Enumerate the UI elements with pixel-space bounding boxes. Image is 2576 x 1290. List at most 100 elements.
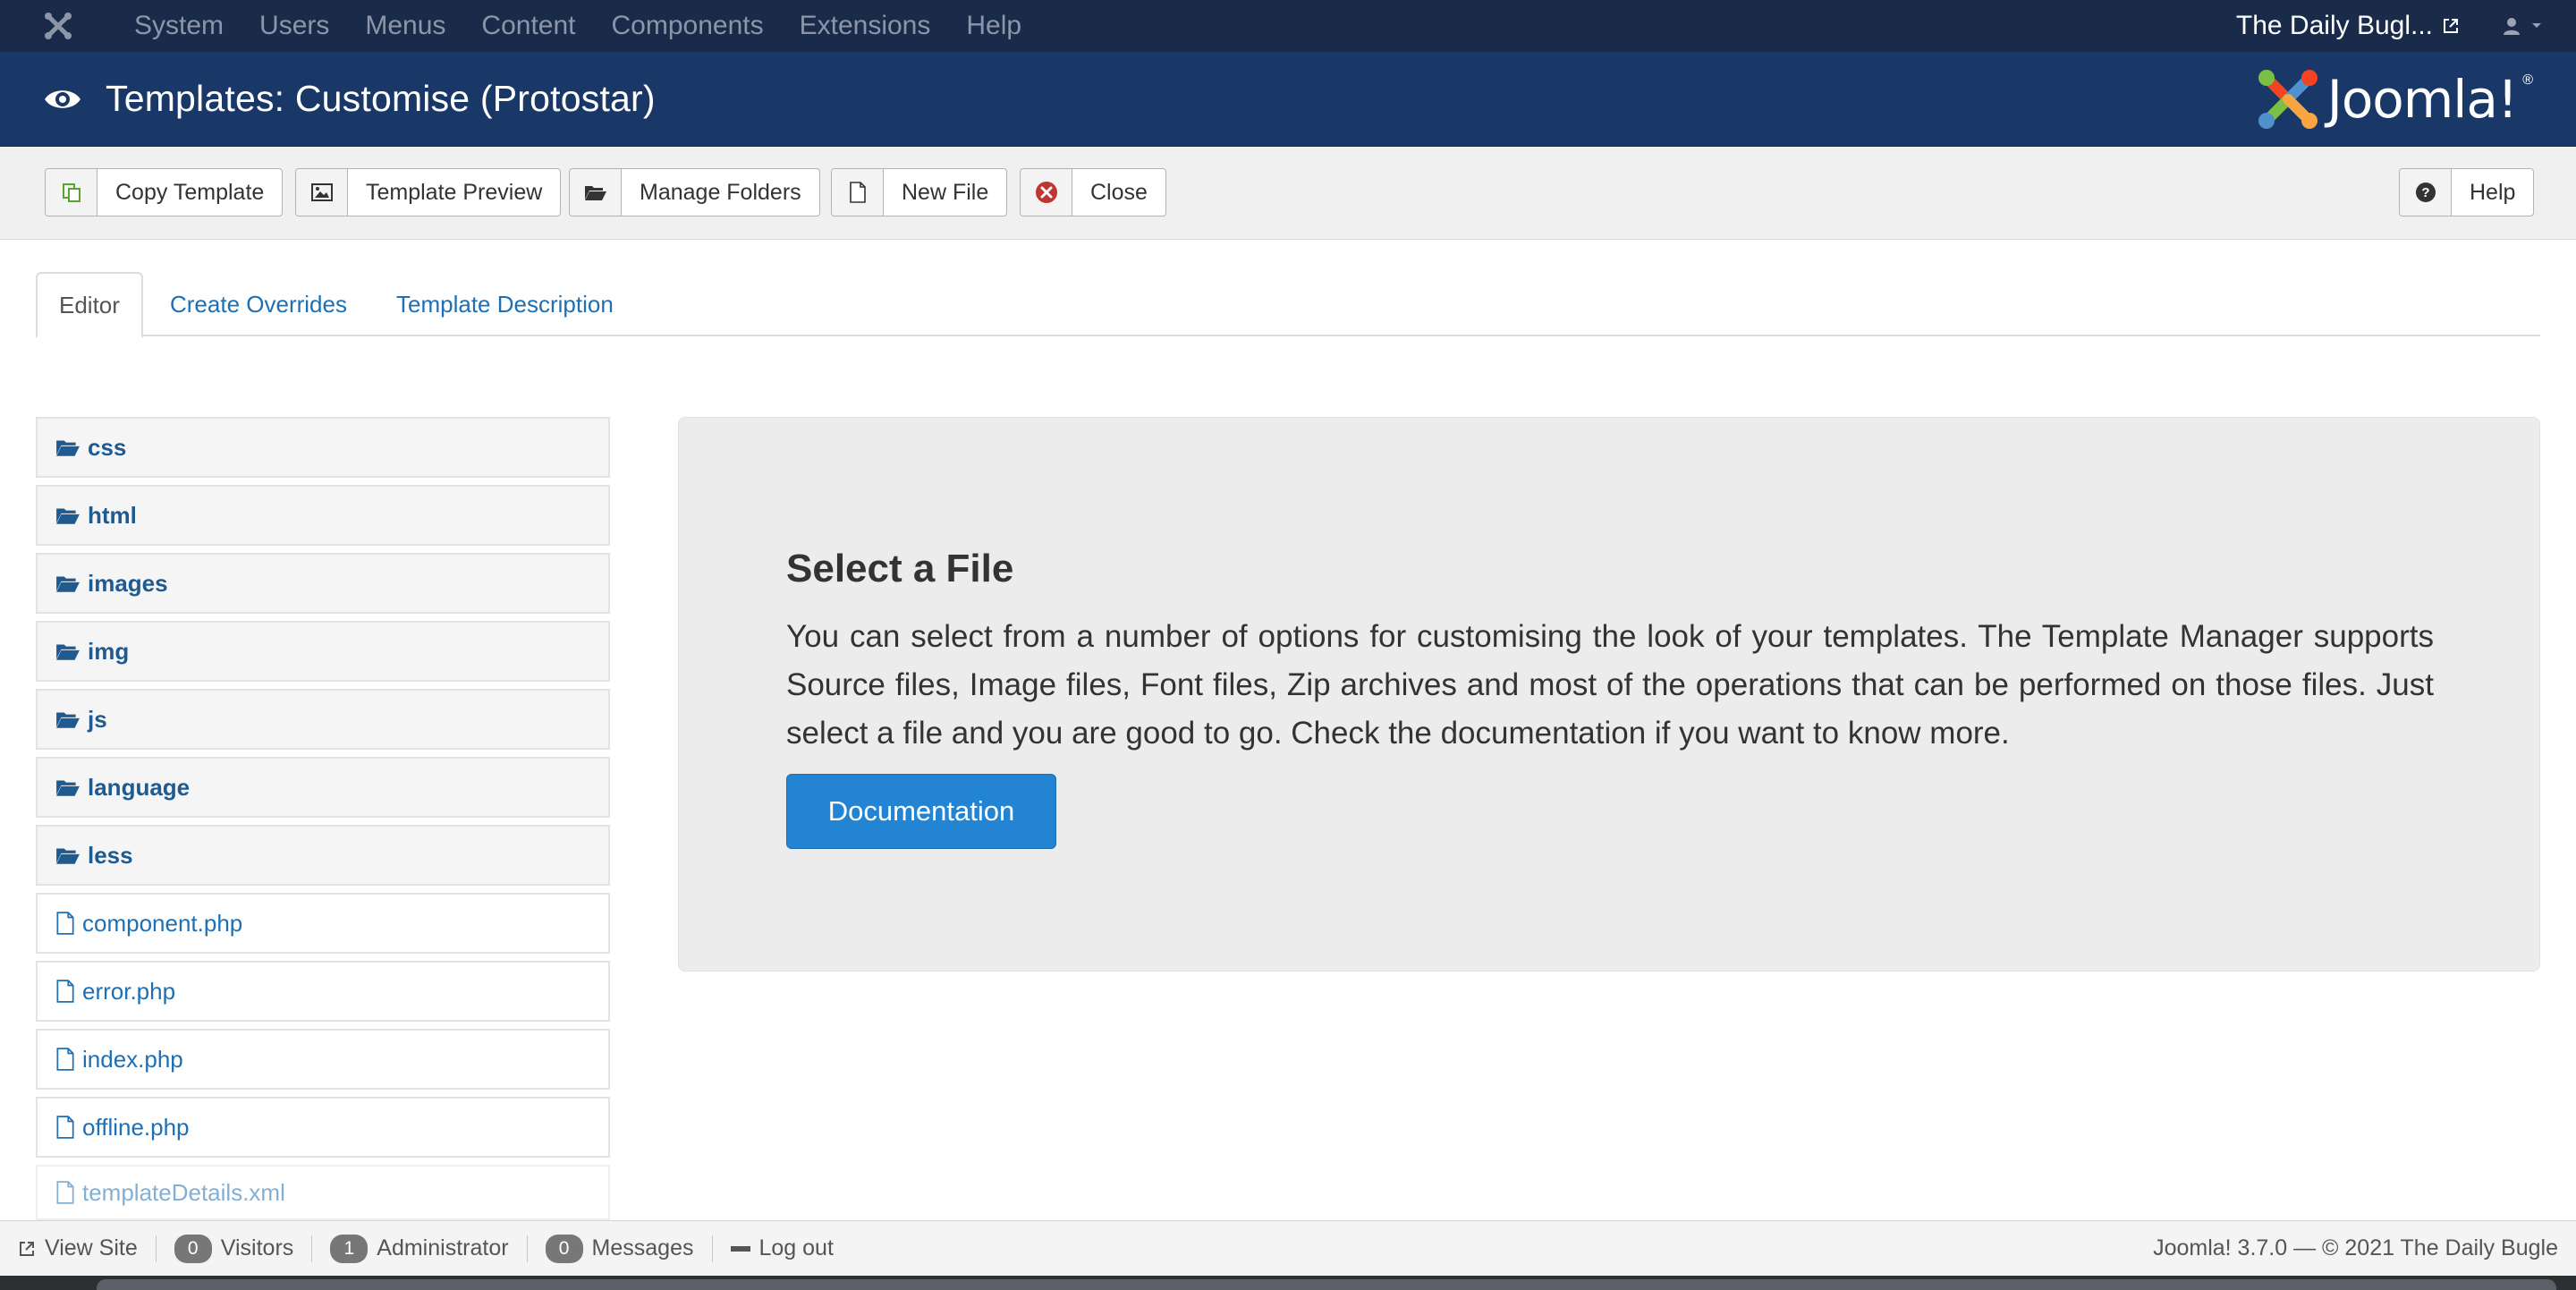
messages-link[interactable]: 0 Messages [528,1234,712,1263]
joomla-logo: Joomla! ® [2254,65,2533,133]
folder-open-icon [56,712,80,728]
user-menu[interactable] [2483,15,2576,37]
manage-folders-button[interactable]: Manage Folders [569,168,820,216]
file-name: index.php [82,1045,183,1073]
svg-text:?: ? [2421,185,2429,200]
messages-label: Messages [591,1235,694,1260]
folder-html[interactable]: html [36,485,610,546]
question-icon: ? [2400,169,2452,216]
eye-icon [43,80,82,119]
file-component-php[interactable]: component.php [36,893,610,954]
folder-open-icon [56,644,80,660]
joomla-menu-icon[interactable] [0,0,116,52]
select-file-panel: Select a File You can select from a numb… [678,417,2540,972]
administrator-label: Administrator [377,1235,509,1260]
folder-img[interactable]: img [36,621,610,682]
folder-name: less [88,841,133,869]
minus-icon [730,1245,750,1252]
file-icon [832,169,884,216]
folder-images[interactable]: images [36,553,610,614]
menu-system[interactable]: System [116,0,242,52]
copy-template-button[interactable]: Copy Template [45,168,284,216]
visitors-badge: 0 [174,1234,212,1263]
registered-mark: ® [2522,72,2533,88]
close-label: Close [1090,179,1148,205]
file-icon [56,1181,74,1204]
folder-name: images [88,569,168,597]
external-link-icon [20,1241,34,1256]
site-link[interactable]: The Daily Bugl... [2213,11,2483,41]
tab-create-overrides[interactable]: Create Overrides [170,272,347,336]
folder-open-icon [570,169,622,216]
menu-menus[interactable]: Menus [347,0,463,52]
joomla-logo-text: Joomla! [2326,68,2518,130]
file-templatedetails-xml[interactable]: templateDetails.xml [36,1165,610,1220]
folder-name: language [88,773,191,801]
file-icon [56,1116,74,1139]
file-name: component.php [82,909,243,937]
toolbar: Copy Template Template Preview Manage Fo… [0,147,2576,240]
folder-name: css [88,433,127,461]
logout-label: Log out [758,1235,834,1260]
view-site-link[interactable]: View Site [0,1235,156,1261]
menu-users[interactable]: Users [242,0,347,52]
version-footer: Joomla! 3.7.0 — © 2021 The Daily Bugle [2153,1235,2558,1260]
copy-icon [46,169,97,216]
caret-down-icon [2532,23,2541,28]
menu-extensions[interactable]: Extensions [782,0,949,52]
administrator-link[interactable]: 1 Administrator [312,1234,526,1263]
folder-name: html [88,501,137,529]
topbar-right: The Daily Bugl... [2213,0,2576,52]
template-preview-label: Template Preview [366,179,543,205]
visitors-link[interactable]: 0 Visitors [157,1234,312,1263]
page-title: Templates: Customise (Protostar) [106,78,656,119]
menu-components[interactable]: Components [594,0,782,52]
close-button[interactable]: Close [1020,168,1166,216]
copy-template-label: Copy Template [115,179,265,205]
file-error-php[interactable]: error.php [36,961,610,1022]
folder-js[interactable]: js [36,689,610,750]
folder-open-icon [56,508,80,524]
menu-help[interactable]: Help [948,0,1039,52]
file-name: error.php [82,977,176,1005]
folder-less[interactable]: less [36,825,610,886]
external-link-icon [2444,19,2458,33]
site-name: The Daily Bugl... [2235,11,2433,40]
folder-open-icon [56,440,80,456]
template-preview-button[interactable]: Template Preview [295,168,562,216]
top-navbar: System Users Menus Content Components Ex… [0,0,2576,52]
file-icon [56,1048,74,1071]
new-file-label: New File [902,179,989,205]
folder-open-icon [56,780,80,796]
file-index-php[interactable]: index.php [36,1029,610,1090]
administrator-badge: 1 [330,1234,369,1263]
main-menu: System Users Menus Content Components Ex… [116,0,1039,52]
file-icon [56,980,74,1003]
logout-link[interactable]: Log out [713,1235,852,1261]
menu-content[interactable]: Content [463,0,593,52]
file-offline-php[interactable]: offline.php [36,1097,610,1158]
help-label: Help [2470,179,2516,205]
tab-bar: Editor Create Overrides Template Descrip… [36,272,2540,338]
folder-language[interactable]: language [36,757,610,818]
file-name: templateDetails.xml [82,1178,285,1206]
status-bar: View Site 0 Visitors 1 Administrator 0 M… [0,1220,2576,1276]
new-file-button[interactable]: New File [831,168,1008,216]
documentation-button[interactable]: Documentation [786,774,1056,849]
folder-css[interactable]: css [36,417,610,478]
tab-template-description[interactable]: Template Description [396,272,614,336]
file-name: offline.php [82,1113,190,1141]
os-dock-panel [97,1279,2556,1290]
joomla-logo-icon [2258,69,2318,129]
folder-name: js [88,705,107,733]
visitors-label: Visitors [220,1235,294,1260]
folder-name: img [88,637,130,665]
folder-open-icon [56,848,80,864]
folder-open-icon [56,576,80,592]
view-site-label: View Site [45,1235,138,1260]
tab-editor[interactable]: Editor [36,272,143,338]
close-circle-icon [1021,169,1072,216]
help-button[interactable]: ? Help [2399,168,2535,216]
file-icon [56,912,74,935]
user-icon [2504,18,2520,35]
